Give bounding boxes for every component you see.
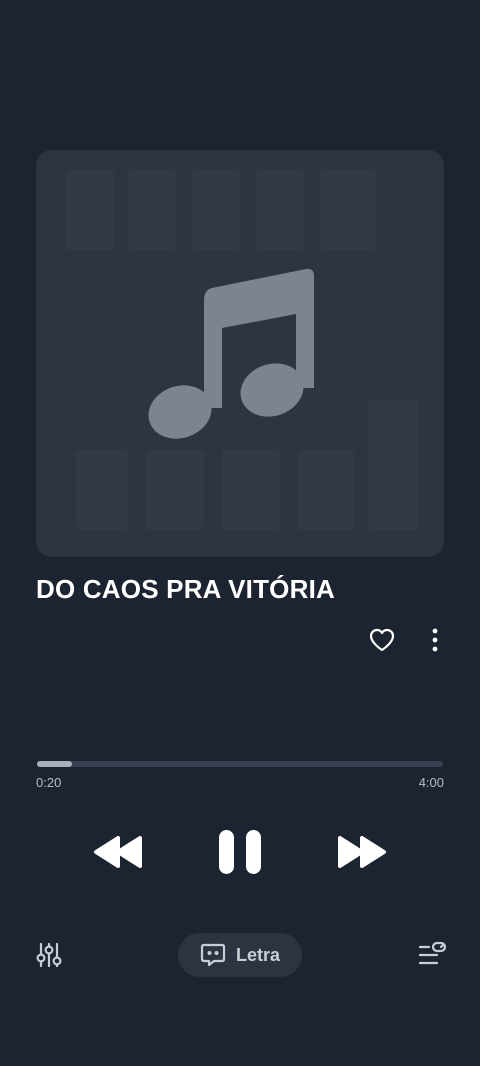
- pause-icon[interactable]: [208, 820, 272, 884]
- song-title: DO CAOS PRA VITÓRIA: [36, 574, 335, 604]
- progress-bar[interactable]: [37, 761, 443, 767]
- fast-forward-icon[interactable]: [332, 826, 392, 878]
- heart-outline-icon[interactable]: [364, 622, 400, 658]
- lyrics-label: Letra: [235, 944, 280, 965]
- lyrics-bubble-icon: [200, 943, 226, 967]
- sliders-icon[interactable]: [30, 936, 68, 974]
- current-time: 0:20: [36, 775, 62, 790]
- lyrics-button[interactable]: Letra: [178, 933, 302, 977]
- rewind-icon[interactable]: [88, 826, 148, 878]
- queue-icon[interactable]: [412, 936, 452, 974]
- progress-fill: [37, 761, 72, 767]
- more-vertical-icon[interactable]: [420, 622, 450, 658]
- total-time: 4:00: [418, 775, 444, 790]
- album-artwork: [36, 150, 444, 557]
- now-playing-screen: DO CAOS PRA VITÓRIA 0:20 4:00 Letra: [0, 0, 480, 1066]
- music-note-icon: [148, 268, 314, 439]
